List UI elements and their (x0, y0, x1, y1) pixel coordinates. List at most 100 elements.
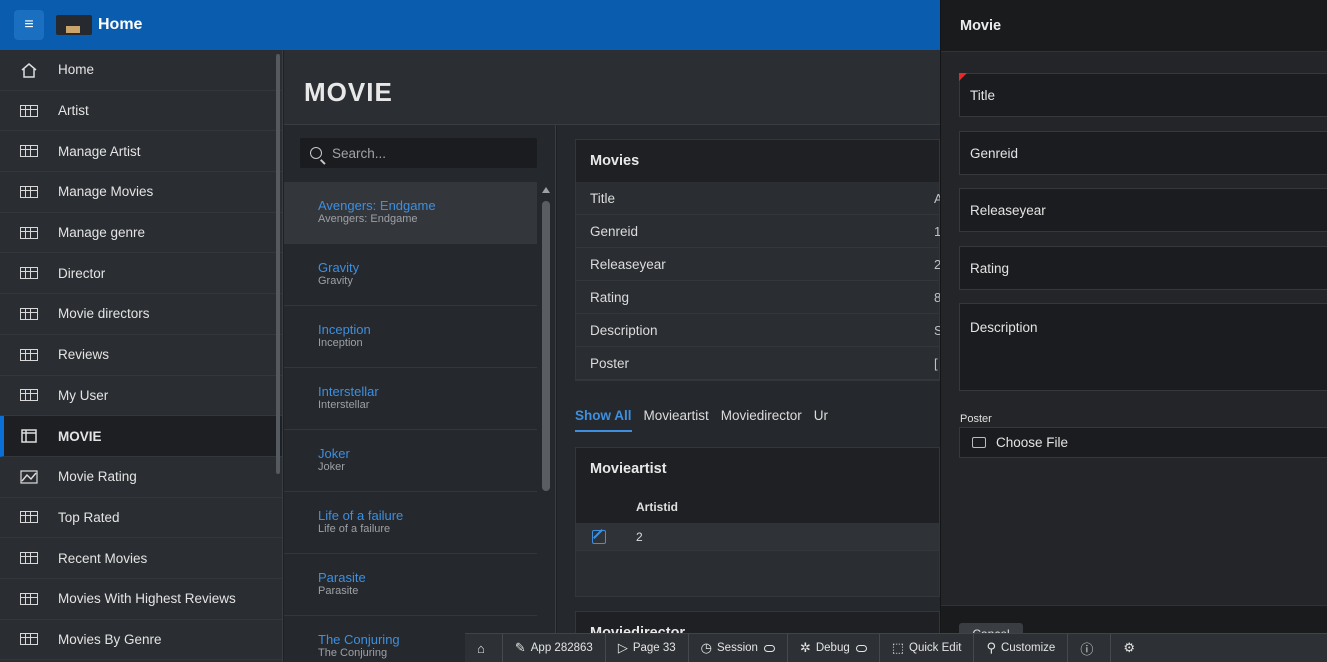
choose-file-button[interactable]: Choose File (959, 427, 1327, 458)
window-icon (20, 429, 38, 443)
detail-value: [ (934, 355, 938, 371)
detail-row-genreid: Genreid 1 (576, 215, 941, 248)
list-item-subtitle: Interstellar (318, 399, 370, 411)
home-icon: ⌂ (477, 640, 485, 656)
genreid-field[interactable]: Genreid (959, 131, 1327, 175)
tab-movieartist[interactable]: Movieartist (644, 408, 709, 432)
table-icon (20, 348, 38, 362)
tab-ur[interactable]: Ur (814, 408, 828, 432)
home-icon (20, 62, 38, 78)
file-icon (972, 437, 986, 448)
sidebar-item-movies-highest-reviews[interactable]: Movies With Highest Reviews (0, 579, 282, 620)
rating-field-label: Rating (970, 260, 1010, 276)
list-item[interactable]: Life of a failure Life of a failure (284, 492, 537, 554)
dev-debug-button[interactable]: ✲ Debug (788, 633, 880, 662)
dev-app-button[interactable]: ✎ App 282863 (503, 633, 606, 662)
dev-settings-button[interactable]: ⚙ (1111, 634, 1152, 662)
app-title[interactable]: Home (98, 16, 142, 34)
sidebar-item-label: Movies With Highest Reviews (58, 591, 236, 607)
required-indicator (959, 73, 967, 81)
sidebar-item-artist[interactable]: Artist (0, 91, 282, 132)
releaseyear-field[interactable]: Releaseyear (959, 188, 1327, 232)
detail-label: Genreid (590, 223, 639, 239)
sidebar-item-label: Movies By Genre (58, 631, 162, 647)
paint-roller-icon: ⚲ (986, 640, 996, 655)
sidebar-item-manage-genre[interactable]: Manage genre (0, 213, 282, 254)
scrollbar-thumb[interactable] (542, 201, 550, 491)
table-icon (20, 144, 38, 158)
sidebar-item-label: Movie Rating (58, 469, 137, 485)
movies-card-title: Movies (576, 140, 939, 182)
detail-tabs: Show All Movieartist Moviedirector Ur (575, 408, 828, 432)
detail-row-poster: Poster [ (576, 347, 939, 380)
sidebar-item-movie-rating[interactable]: Movie Rating (0, 457, 282, 498)
list-item-title: Life of a failure (318, 508, 404, 523)
search-placeholder: Search... (332, 145, 387, 161)
sidebar-item-home[interactable]: Home (0, 50, 282, 91)
dev-customize-button[interactable]: ⚲ Customize (974, 633, 1069, 662)
sidebar-item-label: Home (58, 62, 95, 78)
dev-session-button[interactable]: ◷ Session (689, 633, 788, 662)
tab-show-all[interactable]: Show All (575, 408, 632, 432)
description-field[interactable]: Description (959, 303, 1327, 391)
developer-toolbar: ⌂ ✎ App 282863 ▷ Page 33 ◷ Session ✲ Deb… (465, 633, 1327, 662)
search-input[interactable]: Search... (300, 138, 537, 168)
edit-icon[interactable] (592, 529, 606, 544)
sidebar-item-recent-movies[interactable]: Recent Movies (0, 538, 282, 579)
dev-home-button[interactable]: ⌂ (465, 633, 503, 662)
list-item-subtitle: Avengers: Endgame (318, 213, 418, 225)
sidebar-item-manage-movies[interactable]: Manage Movies (0, 172, 282, 213)
sidebar-item-movies-by-genre[interactable]: Movies By Genre (0, 620, 282, 661)
list-item-title: Joker (318, 446, 350, 461)
dev-info-button[interactable]: ⓘ (1068, 633, 1112, 662)
movie-list-panel: Search... Avengers: Endgame Avengers: En… (284, 125, 556, 662)
list-item-subtitle: Life of a failure (318, 523, 391, 535)
movieartist-card: Movieartist Artistid 2 (575, 447, 940, 597)
genreid-field-label: Genreid (970, 145, 1019, 161)
list-item[interactable]: Interstellar Interstellar (284, 368, 537, 430)
sidebar-scrollbar[interactable] (276, 54, 280, 474)
sidebar-item-label: Reviews (58, 347, 110, 363)
detail-label: Releaseyear (590, 256, 666, 272)
detail-row-description: Description S (576, 314, 943, 347)
dev-app-label: App 282863 (530, 642, 593, 654)
list-scrollbar[interactable] (542, 187, 550, 492)
detail-row-title: Title A (576, 182, 943, 215)
sidebar-item-reviews[interactable]: Reviews (0, 335, 282, 376)
dev-customize-label: Customize (1000, 642, 1056, 654)
sidebar-item-my-user[interactable]: My User (0, 376, 282, 417)
sidebar-item-director[interactable]: Director (0, 253, 282, 295)
list-item[interactable]: Joker Joker (284, 430, 537, 492)
app-logo[interactable] (56, 15, 92, 35)
releaseyear-field-label: Releaseyear (970, 202, 1046, 218)
detail-row-rating: Rating 8 (576, 281, 941, 314)
sidebar-item-manage-artist[interactable]: Manage Artist (0, 131, 282, 173)
movie-dialog: Movie Title Genreid Releaseyear Rating D… (940, 0, 1327, 662)
search-icon (310, 147, 322, 159)
title-field[interactable]: Title (959, 73, 1327, 117)
dev-page-button[interactable]: ▷ Page 33 (606, 633, 689, 662)
cursor-icon: ⬚ (891, 640, 905, 655)
list-item[interactable]: Gravity Gravity (284, 244, 537, 306)
scroll-up-icon[interactable] (542, 187, 550, 193)
dev-session-label: Session (717, 642, 758, 654)
detail-row-releaseyear: Releaseyear 2 (576, 248, 941, 281)
dev-quick-edit-button[interactable]: ⬚ Quick Edit (880, 633, 975, 662)
list-item[interactable]: Inception Inception (284, 306, 537, 368)
choose-file-label: Choose File (996, 435, 1069, 450)
sidebar-item-movie[interactable]: MOVIE (0, 416, 282, 457)
list-item[interactable]: Parasite Parasite (284, 554, 537, 616)
sidebar-item-movie-directors[interactable]: Movie directors (0, 294, 282, 335)
dev-quick-edit-label: Quick Edit (909, 642, 962, 654)
list-item[interactable]: Avengers: Endgame Avengers: Endgame (284, 182, 537, 244)
table-row: 2 (576, 523, 939, 551)
movies-card: Movies Title A Genreid 1 Releaseyear 2 R… (575, 139, 943, 381)
sidebar-item-top-rated[interactable]: Top Rated (0, 498, 282, 539)
rating-field[interactable]: Rating (959, 246, 1327, 290)
list-item-subtitle: Inception (318, 337, 363, 349)
menu-toggle-button[interactable]: ≡ (14, 10, 44, 40)
description-field-label: Description (970, 320, 1038, 335)
line-chart-icon (20, 470, 38, 484)
sidebar-nav: Home Artist Manage Artist Manage Movies … (0, 50, 283, 662)
tab-moviedirector[interactable]: Moviedirector (721, 408, 802, 432)
